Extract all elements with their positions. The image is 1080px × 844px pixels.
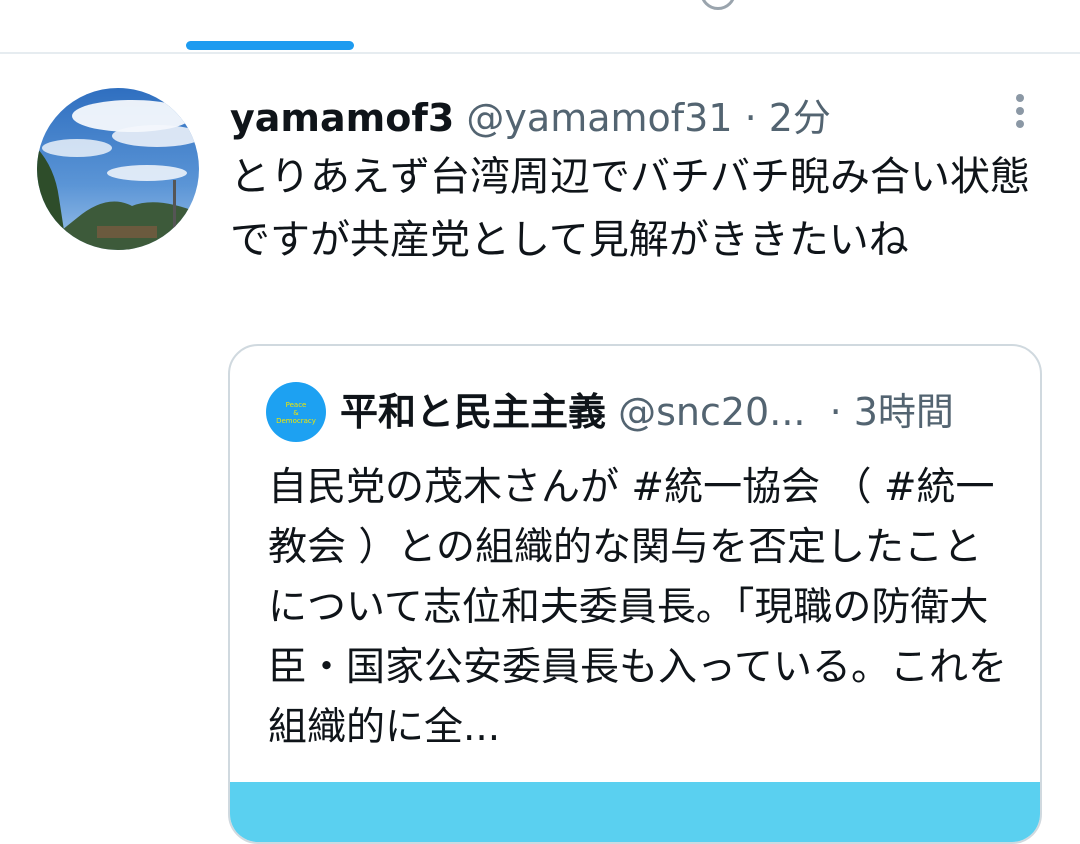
avatar-image xyxy=(37,88,199,250)
author-name[interactable]: yamamof3 xyxy=(230,96,454,140)
avatar-logo-text: Peace xyxy=(285,401,307,409)
avatar-logo-text: Democracy xyxy=(276,417,316,425)
active-tab-indicator xyxy=(186,41,354,50)
quote-author-handle: @snc20... xyxy=(618,390,806,434)
avatar[interactable] xyxy=(37,88,199,250)
author-handle[interactable]: @yamamof31 xyxy=(466,96,732,140)
separator: · xyxy=(732,96,769,140)
tweet-header: yamamof3 @yamamof31 · 2分 xyxy=(230,92,831,144)
more-vertical-icon[interactable] xyxy=(1004,90,1036,134)
search-icon[interactable] xyxy=(700,0,736,10)
quote-tweet-card[interactable]: Peace & Democracy 平和と民主主義 @snc20... · 3時… xyxy=(228,344,1042,844)
tab-bar xyxy=(0,0,1080,54)
tweet-time[interactable]: 2分 xyxy=(769,96,831,140)
quote-header: 平和と民主主義 @snc20... · 3時間 xyxy=(340,382,954,442)
tweet-text: とりあえず台湾周辺でバチバチ睨み合い状態ですが共産党として見解がききたいね xyxy=(230,154,1030,263)
quote-author-name: 平和と民主主義 xyxy=(340,390,607,434)
avatar-logo-text: & xyxy=(293,409,299,417)
quote-avatar[interactable]: Peace & Democracy xyxy=(266,382,326,442)
quote-time: · 3時間 xyxy=(829,390,954,434)
quote-media-preview[interactable] xyxy=(230,782,1040,842)
quote-text: 自民党の茂木さんが #統一協会 （ #統一教会 ）との組織的な関与を否定したこと… xyxy=(268,465,1008,750)
